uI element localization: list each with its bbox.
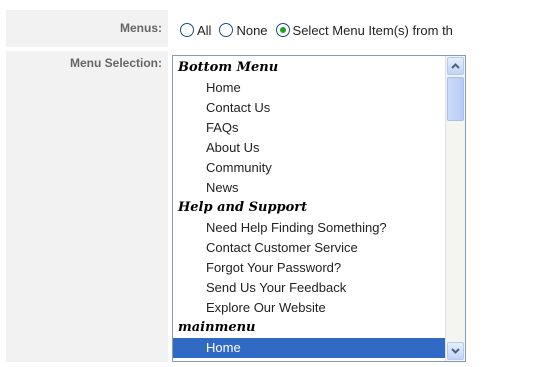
option-bottom-faqs[interactable]: FAQs	[173, 118, 445, 138]
menu-selection-label: Menu Selection:	[6, 51, 168, 362]
optgroup-bottom-menu: Bottom Menu	[178, 60, 279, 75]
option-send-feedback[interactable]: Send Us Your Feedback	[173, 278, 445, 298]
radio-all-indicator[interactable]	[180, 23, 194, 37]
radio-all[interactable]: All	[180, 23, 211, 38]
option-bottom-home[interactable]: Home	[173, 78, 445, 98]
scroll-up-button[interactable]	[447, 57, 464, 75]
option-bottom-about-us[interactable]: About Us	[173, 138, 445, 158]
menus-label: Menus:	[6, 10, 168, 47]
listbox-options: Bottom Menu Home Contact Us FAQs About U…	[173, 58, 445, 358]
scroll-thumb[interactable]	[447, 77, 464, 121]
radio-none-label: None	[236, 22, 268, 38]
option-bottom-news[interactable]: News	[173, 178, 445, 198]
scroll-down-button[interactable]	[447, 342, 464, 360]
chevron-up-icon	[451, 63, 460, 69]
optgroup-mainmenu: mainmenu	[178, 320, 256, 335]
option-forgot-password[interactable]: Forgot Your Password?	[173, 258, 445, 278]
chevron-down-icon	[451, 348, 460, 354]
radio-select-items-label: Select Menu Item(s) from th	[292, 22, 453, 38]
option-bottom-contact-us[interactable]: Contact Us	[173, 98, 445, 118]
menus-radio-group: All None Select Menu Item(s) from th	[180, 20, 461, 40]
radio-select-items[interactable]: Select Menu Item(s) from th	[275, 22, 453, 38]
option-need-help[interactable]: Need Help Finding Something?	[173, 218, 445, 238]
option-contact-customer-service[interactable]: Contact Customer Service	[173, 238, 445, 258]
radio-none[interactable]: None	[219, 22, 268, 38]
optgroup-help-and-support: Help and Support	[178, 200, 308, 215]
menu-selection-listbox[interactable]: Bottom Menu Home Contact Us FAQs About U…	[172, 55, 466, 362]
option-mainmenu-home[interactable]: Home	[173, 338, 445, 358]
option-bottom-community[interactable]: Community	[173, 158, 445, 178]
radio-select-items-indicator[interactable]	[275, 23, 290, 37]
radio-all-label: All	[197, 22, 212, 38]
option-explore-website[interactable]: Explore Our Website	[173, 298, 445, 318]
listbox-scrollbar[interactable]	[445, 56, 465, 361]
radio-none-indicator[interactable]	[219, 23, 234, 37]
